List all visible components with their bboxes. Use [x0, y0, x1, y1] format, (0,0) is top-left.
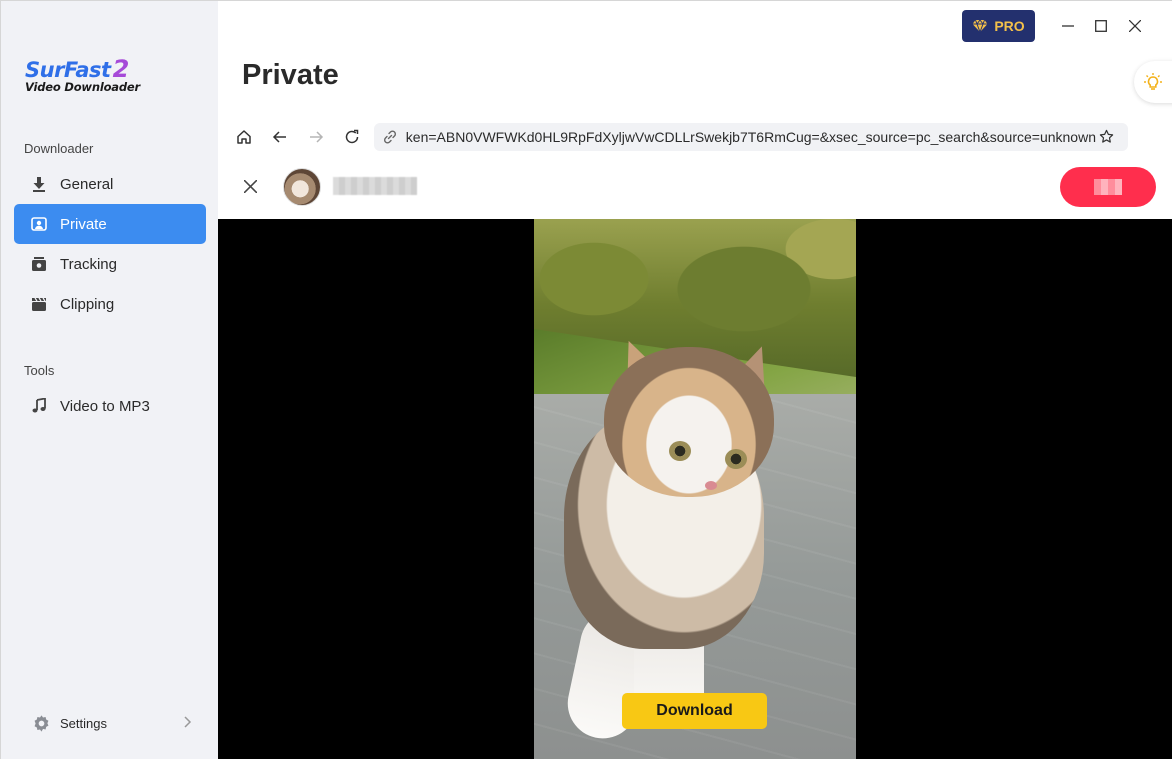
follow-button[interactable]: ███ — [1060, 167, 1156, 207]
arrow-left-icon — [272, 131, 286, 143]
app-logo: SurFast2 Video Downloader — [25, 55, 140, 94]
username[interactable]: ██ ███ — [333, 177, 417, 195]
sidebar-item-label: Clipping — [60, 295, 115, 313]
tracking-box-icon — [30, 255, 48, 273]
gear-icon — [32, 714, 51, 733]
arrow-right-icon — [310, 131, 324, 143]
cat-eye — [725, 449, 747, 469]
pro-label: PRO — [994, 18, 1025, 34]
tips-button[interactable] — [1134, 61, 1172, 103]
lightbulb-icon — [1144, 73, 1162, 90]
sidebar-item-video-to-mp3[interactable]: Video to MP3 — [14, 386, 206, 426]
reload-button[interactable] — [341, 126, 363, 148]
cat-head — [604, 347, 774, 497]
sidebar-item-label: Video to MP3 — [60, 397, 150, 415]
logo-version: 2 — [112, 55, 130, 83]
reload-icon — [345, 129, 359, 144]
cat-nose — [705, 481, 717, 490]
sidebar-item-label: Tracking — [60, 255, 117, 273]
minimize-icon — [1062, 25, 1074, 27]
settings-label: Settings — [60, 715, 107, 731]
sidebar-item-label: Private — [60, 215, 107, 233]
clapperboard-icon — [30, 295, 48, 313]
minimize-button[interactable] — [1057, 15, 1079, 37]
follow-label: ███ — [1094, 179, 1122, 195]
forward-button[interactable] — [305, 126, 327, 148]
url-text[interactable]: https://www.xiaohongshu.com/explore?xsec… — [406, 129, 1096, 145]
close-post-button[interactable] — [240, 176, 260, 196]
sidebar-item-general[interactable]: General — [14, 164, 206, 204]
close-window-button[interactable] — [1124, 15, 1146, 37]
video-area: Download — [218, 219, 1172, 759]
close-icon — [243, 179, 257, 193]
home-button[interactable] — [233, 126, 255, 148]
sidebar-item-label: General — [60, 175, 114, 193]
page-title: Private — [242, 59, 339, 91]
url-bar[interactable]: https://www.xiaohongshu.com/explore?xsec… — [374, 123, 1128, 151]
close-icon — [1129, 20, 1141, 32]
private-portrait-icon — [30, 215, 48, 233]
maximize-icon — [1095, 20, 1107, 32]
video-player[interactable]: Download — [534, 219, 856, 759]
sidebar-item-clipping[interactable]: Clipping — [14, 284, 206, 324]
diamond-icon — [972, 19, 988, 33]
main-panel: PRO Private ken=ABN0VWFWKd0HL9RpFdXyljwV… — [218, 1, 1172, 759]
logo-subtitle: Video Downloader — [25, 80, 140, 94]
home-icon — [237, 130, 251, 144]
music-note-icon — [30, 397, 48, 415]
download-arrow-icon — [30, 175, 48, 193]
maximize-button[interactable] — [1090, 15, 1112, 37]
chevron-right-icon — [182, 715, 192, 732]
pro-upgrade-button[interactable]: PRO — [962, 10, 1035, 42]
download-button[interactable]: Download — [622, 693, 767, 729]
sidebar-item-tracking[interactable]: Tracking — [14, 244, 206, 284]
link-icon — [382, 129, 398, 145]
cat-eye — [669, 441, 691, 461]
avatar[interactable] — [283, 168, 321, 206]
section-title-downloader: Downloader — [24, 141, 94, 156]
logo-name: SurFast — [25, 58, 111, 82]
section-title-tools: Tools — [24, 363, 55, 378]
star-bookmark-icon[interactable] — [1099, 129, 1114, 144]
app-window: SurFast2 Video Downloader Downloader Gen… — [0, 0, 1172, 759]
sidebar-item-private[interactable]: Private — [14, 204, 206, 244]
settings-button[interactable]: Settings — [14, 703, 206, 743]
back-button[interactable] — [269, 126, 291, 148]
sidebar: SurFast2 Video Downloader Downloader Gen… — [1, 1, 218, 759]
